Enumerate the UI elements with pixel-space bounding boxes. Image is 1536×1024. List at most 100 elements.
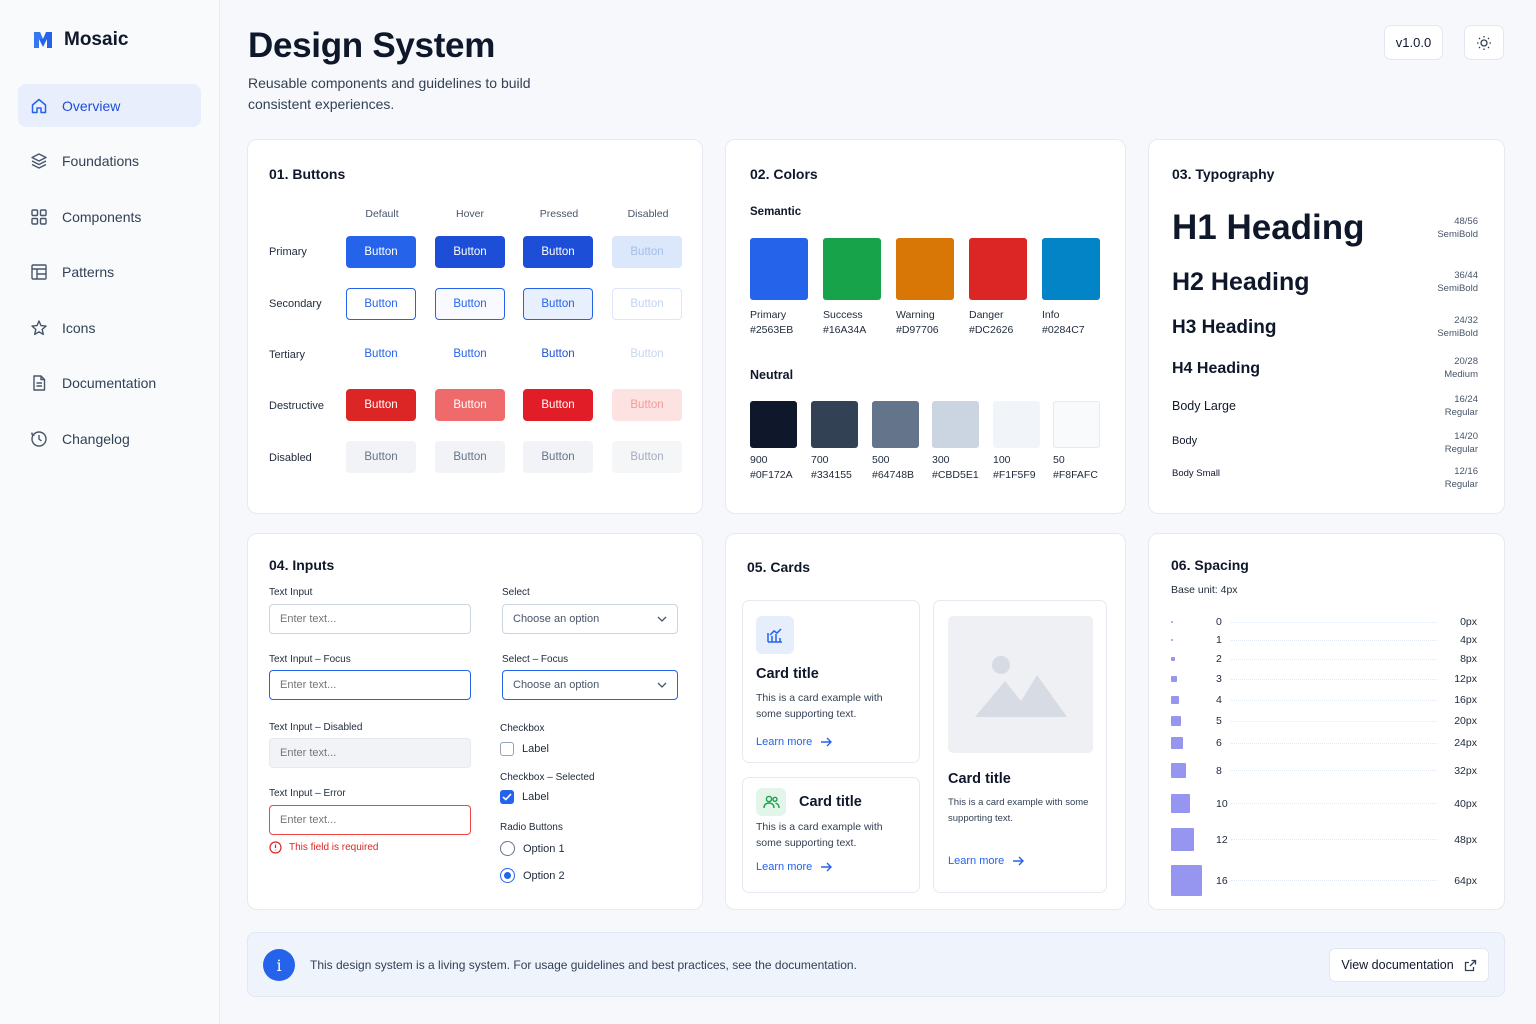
tertiary-pressed-button[interactable]: Button: [523, 338, 593, 370]
primary-disabled-button[interactable]: Button: [612, 236, 682, 268]
row-label-disabled: Disabled: [269, 452, 312, 464]
spacing-guide: [1231, 839, 1437, 840]
learn-more-link[interactable]: Learn more: [756, 861, 833, 873]
spacing-row: 5 20px: [1171, 715, 1477, 727]
brand[interactable]: Mosaic: [32, 29, 128, 51]
home-icon: [30, 97, 48, 115]
spacing-token: 12: [1216, 833, 1228, 846]
spacing-guide: [1231, 658, 1437, 660]
destructive-default-button[interactable]: Button: [346, 389, 416, 421]
spacing-base-unit: Base unit: 4px: [1171, 584, 1238, 596]
swatch-label: Success #16A34A: [823, 309, 867, 336]
tertiary-hover-button[interactable]: Button: [435, 338, 505, 370]
sidebar-item-label: Changelog: [62, 430, 130, 447]
swatch-info[interactable]: [1042, 238, 1100, 300]
external-link-icon: [1464, 959, 1476, 971]
spacing-row: 16 64px: [1171, 865, 1477, 896]
inputs-card: 04. Inputs Text Input Text Input – Focus…: [247, 533, 703, 910]
spacing-swatch: [1171, 828, 1194, 851]
spacing-value: 8px: [1460, 653, 1477, 665]
spacing-guide: [1231, 803, 1437, 804]
file-icon: [30, 374, 48, 392]
sidebar-item-foundations[interactable]: Foundations: [18, 140, 201, 183]
typography-card: 03. Typography H1 Heading 48/56 SemiBold …: [1148, 139, 1505, 514]
select-dropdown[interactable]: Choose an option: [502, 604, 678, 634]
swatch-success[interactable]: [823, 238, 881, 300]
sidebar-item-documentation[interactable]: Documentation: [18, 362, 201, 405]
tertiary-disabled-button[interactable]: Button: [612, 338, 682, 370]
radio-option-2[interactable]: Option 2: [500, 868, 565, 883]
body-meta: 14/20 Regular: [1444, 431, 1478, 455]
text-input-disabled[interactable]: [269, 738, 471, 768]
sidebar-item-icons[interactable]: Icons: [18, 306, 201, 349]
body-small-meta: 12/16 Regular: [1444, 466, 1478, 490]
spacing-token: 10: [1216, 797, 1228, 810]
sidebar-item-overview[interactable]: Overview: [18, 84, 201, 127]
text-input-focus[interactable]: [269, 670, 471, 700]
tertiary-default-button[interactable]: Button: [346, 338, 416, 370]
cards-card: 05. Cards Card title This is a card exam…: [725, 533, 1126, 910]
spacing-value: 24px: [1454, 737, 1477, 749]
version-button[interactable]: v1.0.0: [1384, 25, 1443, 60]
chart-icon: [756, 616, 794, 654]
disabled-disabled-button[interactable]: Button: [612, 441, 682, 473]
swatch-danger[interactable]: [969, 238, 1027, 300]
spacing-swatch: [1171, 639, 1173, 641]
swatch-neutral-100[interactable]: [993, 401, 1040, 448]
example-card-1[interactable]: Card title This is a card example with s…: [742, 600, 920, 763]
checkbox-checked[interactable]: Label: [500, 790, 549, 804]
learn-more-link[interactable]: Learn more: [756, 736, 833, 748]
text-input[interactable]: [269, 604, 471, 634]
error-message: This field is required: [269, 841, 378, 854]
view-documentation-button[interactable]: View documentation: [1329, 948, 1489, 982]
learn-more-link[interactable]: Learn more: [948, 855, 1025, 867]
neutral-title: Neutral: [750, 368, 794, 382]
secondary-pressed-button[interactable]: Button: [523, 288, 593, 320]
spacing-value: 64px: [1454, 874, 1477, 887]
example-card-2[interactable]: Card title This is a card example with s…: [742, 777, 920, 893]
sidebar: Mosaic Overview Foundations Components P…: [0, 0, 220, 1024]
sidebar-item-components[interactable]: Components: [18, 195, 201, 238]
primary-hover-button[interactable]: Button: [435, 236, 505, 268]
swatch-primary[interactable]: [750, 238, 808, 300]
chevron-down-icon: [657, 682, 667, 688]
theme-toggle-button[interactable]: [1464, 25, 1504, 60]
secondary-hover-button[interactable]: Button: [435, 288, 505, 320]
checkbox-unchecked[interactable]: Label: [500, 742, 549, 756]
row-label-tertiary: Tertiary: [269, 349, 306, 361]
arrow-right-icon: [821, 862, 833, 872]
select-focus-dropdown[interactable]: Choose an option: [502, 670, 678, 700]
swatch-neutral-900[interactable]: [750, 401, 797, 448]
sidebar-item-changelog[interactable]: Changelog: [18, 417, 201, 460]
sidebar-item-patterns[interactable]: Patterns: [18, 251, 201, 294]
destructive-disabled-button[interactable]: Button: [612, 389, 682, 421]
state-header-disabled: Disabled: [627, 208, 669, 220]
disabled-hover-button[interactable]: Button: [435, 441, 505, 473]
primary-pressed-button[interactable]: Button: [523, 236, 593, 268]
spacing-guide: [1231, 639, 1437, 641]
text-input-error[interactable]: [269, 805, 471, 835]
swatch-label: 900 #0F172A: [750, 454, 793, 481]
swatch-neutral-300[interactable]: [932, 401, 979, 448]
secondary-disabled-button[interactable]: Button: [612, 288, 682, 320]
spacing-swatch: [1171, 737, 1183, 749]
swatch-neutral-500[interactable]: [872, 401, 919, 448]
spacing-guide: [1231, 742, 1437, 744]
primary-default-button[interactable]: Button: [346, 236, 416, 268]
spacing-value: 0px: [1460, 616, 1477, 628]
spacing-card: 06. Spacing Base unit: 4px 0 0px 1 4px 2 8px 3…: [1148, 533, 1505, 910]
disabled-pressed-button[interactable]: Button: [523, 441, 593, 473]
layout-icon: [30, 263, 48, 281]
secondary-default-button[interactable]: Button: [346, 288, 416, 320]
destructive-pressed-button[interactable]: Button: [523, 389, 593, 421]
disabled-default-button[interactable]: Button: [346, 441, 416, 473]
swatch-label: Danger #DC2626: [969, 309, 1014, 336]
example-card-image[interactable]: Card title This is a card example with s…: [933, 600, 1107, 893]
swatch-neutral-50[interactable]: [1053, 401, 1100, 448]
spacing-value: 40px: [1454, 797, 1477, 810]
swatch-warning[interactable]: [896, 238, 954, 300]
swatch-neutral-700[interactable]: [811, 401, 858, 448]
destructive-hover-button[interactable]: Button: [435, 389, 505, 421]
swatch-label: 50 #F8FAFC: [1053, 454, 1098, 481]
radio-option-1[interactable]: Option 1: [500, 841, 565, 856]
